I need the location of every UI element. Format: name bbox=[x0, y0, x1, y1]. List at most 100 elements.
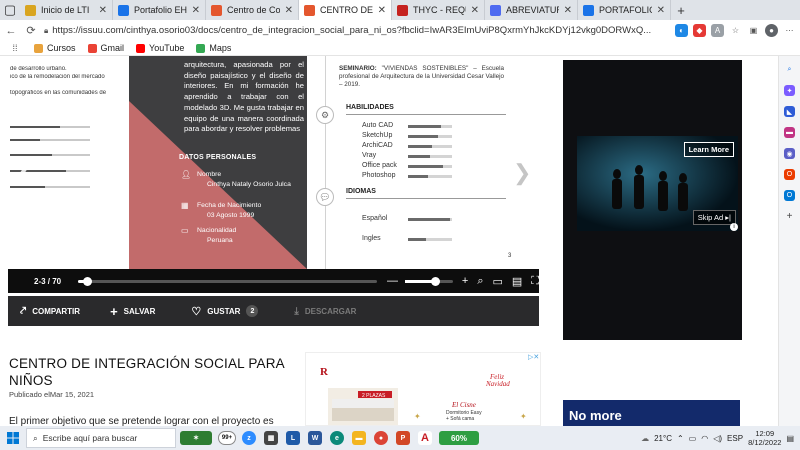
furniture-ad[interactable]: R 2 PLAZAS El Cisne Dormitorio Easy + So… bbox=[305, 352, 541, 426]
back-icon[interactable]: ← bbox=[4, 24, 18, 38]
zoom-handle[interactable] bbox=[430, 276, 440, 286]
taskbar-lync[interactable]: L bbox=[282, 426, 304, 450]
skip-ad-button[interactable]: Skip Ad ▸| bbox=[692, 210, 736, 225]
download-button[interactable]: ⤓ DESCARGAR bbox=[294, 306, 356, 317]
new-tab-icon[interactable]: + bbox=[671, 0, 691, 20]
save-button[interactable]: + SALVAR bbox=[110, 304, 155, 319]
bookmark-1[interactable]: Gmail bbox=[87, 43, 124, 53]
collections-icon[interactable]: ▣ bbox=[747, 24, 760, 37]
sparkle-icon[interactable]: ✦ bbox=[784, 85, 795, 96]
notification-icon[interactable]: ▤ bbox=[786, 434, 794, 443]
ad-close-icon[interactable]: ▷✕ bbox=[528, 353, 540, 362]
bookmark-2[interactable]: YouTube bbox=[136, 43, 184, 53]
windows-start-button[interactable] bbox=[0, 426, 26, 450]
svg-text:✦: ✦ bbox=[414, 412, 421, 421]
close-icon[interactable]: ✕ bbox=[657, 5, 665, 16]
taskbar-folder[interactable]: ▬ bbox=[348, 426, 370, 450]
tab-4[interactable]: THYC - REQUISIT ✕ bbox=[392, 0, 485, 20]
taskbar-store[interactable]: ▦ bbox=[260, 426, 282, 450]
tab-2[interactable]: Centro de Conve ✕ bbox=[206, 0, 299, 20]
office-icon[interactable]: O bbox=[784, 169, 795, 180]
search-icon[interactable]: ⌕ bbox=[784, 64, 795, 75]
address-bar[interactable]: 🔒︎ https://issuu.com/cinthya.osorio03/do… bbox=[44, 22, 669, 39]
seminar-label: SEMINARIO: bbox=[339, 65, 377, 72]
fullscreen-icon[interactable]: ⛶ bbox=[531, 275, 539, 288]
volume-icon[interactable]: ◁) bbox=[713, 434, 722, 443]
single-page-icon[interactable]: ▭ bbox=[492, 275, 502, 288]
translate-icon[interactable]: A bbox=[711, 24, 724, 37]
page-progress-slider[interactable] bbox=[77, 276, 378, 286]
blue-ad[interactable]: No more bbox=[563, 400, 740, 426]
next-page-icon[interactable]: ❯ bbox=[513, 160, 531, 186]
tab-favicon-icon bbox=[397, 4, 408, 16]
layout-icon[interactable]: ▤ bbox=[512, 275, 522, 288]
prev-page-icon[interactable]: ❮ bbox=[16, 160, 34, 186]
taskbar-battery[interactable]: 60% bbox=[436, 426, 482, 450]
heart-icon: ♡ bbox=[191, 305, 202, 318]
tab-actions-icon[interactable]: ▢ bbox=[0, 0, 20, 20]
share-button[interactable]: ⤤ COMPARTIR bbox=[20, 305, 80, 318]
bookmark-icon bbox=[87, 43, 97, 53]
taskbar-widget-image[interactable]: ✶ bbox=[176, 426, 216, 450]
taskbar-powerpoint[interactable]: P bbox=[392, 426, 414, 450]
like-count: 2 bbox=[246, 305, 259, 317]
zoom-slider[interactable] bbox=[405, 276, 453, 286]
wifi-icon[interactable]: ◠ bbox=[701, 434, 708, 443]
outlook-icon[interactable]: O bbox=[784, 190, 795, 201]
info-icon[interactable]: i bbox=[730, 223, 738, 231]
shield-icon[interactable]: ◆ bbox=[693, 24, 706, 37]
taskbar-search-input[interactable]: ⌕ Escribe aquí para buscar bbox=[26, 428, 176, 448]
taskbar-zoom[interactable]: z bbox=[238, 426, 260, 450]
extension-icon[interactable]: ◐ bbox=[675, 24, 688, 37]
left-page-bar-fill bbox=[10, 126, 60, 128]
taskbar-badge-app[interactable]: 99+ bbox=[216, 426, 238, 450]
add-icon[interactable]: + bbox=[784, 211, 795, 222]
tab-5[interactable]: ABREVIATURAS D ✕ bbox=[485, 0, 578, 20]
seminar-text: SEMINARIO: "VIVIENDAS SOSTENIBLES" – Esc… bbox=[339, 65, 504, 88]
taskbar-chrome[interactable]: ● bbox=[370, 426, 392, 450]
language-indicator[interactable]: ESP bbox=[727, 434, 743, 443]
taskbar-acrobat[interactable]: A bbox=[414, 426, 436, 450]
close-icon[interactable]: ✕ bbox=[192, 5, 200, 16]
people-icon[interactable]: ◉ bbox=[784, 148, 795, 159]
favorites-icon[interactable]: ☆ bbox=[729, 24, 742, 37]
bookmark-0[interactable]: Cursos bbox=[34, 43, 76, 53]
taskbar-edge[interactable]: e bbox=[326, 426, 348, 450]
profile-icon[interactable]: ● bbox=[765, 24, 778, 37]
tab-6[interactable]: PORTAFOLIO - A ✕ bbox=[578, 0, 671, 20]
document-viewer[interactable]: de desarrollo urbano. ico de la remodelac… bbox=[8, 56, 539, 269]
festive-widget-icon: ✶ bbox=[180, 431, 212, 445]
bookmark-3[interactable]: Maps bbox=[196, 43, 231, 53]
apps-icon[interactable]: ⁞⁞ bbox=[8, 41, 22, 55]
tab-label: PORTAFOLIO - A bbox=[599, 5, 652, 15]
clock[interactable]: 12:09 8/12/2022 bbox=[748, 429, 781, 447]
chrome-icon: ● bbox=[374, 431, 388, 445]
like-button[interactable]: ♡ GUSTAR 2 bbox=[191, 305, 259, 318]
briefcase-icon[interactable]: ▬ bbox=[784, 127, 795, 138]
personal-heading: DATOS PERSONALES bbox=[179, 154, 257, 161]
menu-icon[interactable]: ⋯ bbox=[783, 24, 796, 37]
chevron-up-icon[interactable]: ⌃ bbox=[677, 434, 684, 443]
taskbar-word[interactable]: W bbox=[304, 426, 326, 450]
zoom-out-icon[interactable]: — bbox=[387, 275, 398, 287]
progress-handle[interactable] bbox=[82, 276, 92, 286]
tab-0[interactable]: Inicio de LTI ✕ bbox=[20, 0, 113, 20]
video-ad[interactable]: Learn More Skip Ad ▸| bbox=[577, 136, 738, 231]
close-icon[interactable]: ✕ bbox=[99, 5, 107, 16]
close-icon[interactable]: ✕ bbox=[378, 5, 386, 16]
magnifier-icon[interactable]: ⌕ bbox=[477, 275, 483, 288]
language-bar bbox=[408, 238, 452, 241]
skill-name: SketchUp bbox=[362, 132, 393, 139]
tab-3[interactable]: CENTRO DE INTE ✕ bbox=[299, 0, 392, 20]
zoom-in-icon[interactable]: + bbox=[462, 275, 468, 287]
close-icon[interactable]: ✕ bbox=[285, 5, 293, 16]
language-bar bbox=[408, 218, 452, 221]
refresh-icon[interactable]: ⟳ bbox=[24, 24, 38, 38]
tab-1[interactable]: Portafolio EHYSC ✕ bbox=[113, 0, 206, 20]
tag-icon[interactable]: ◣ bbox=[784, 106, 795, 117]
network-icon[interactable]: ▭ bbox=[689, 434, 697, 443]
learn-more-button[interactable]: Learn More bbox=[683, 142, 734, 157]
weather-temp[interactable]: 21°C bbox=[654, 434, 672, 443]
close-icon[interactable]: ✕ bbox=[564, 5, 572, 16]
close-icon[interactable]: ✕ bbox=[471, 5, 479, 16]
